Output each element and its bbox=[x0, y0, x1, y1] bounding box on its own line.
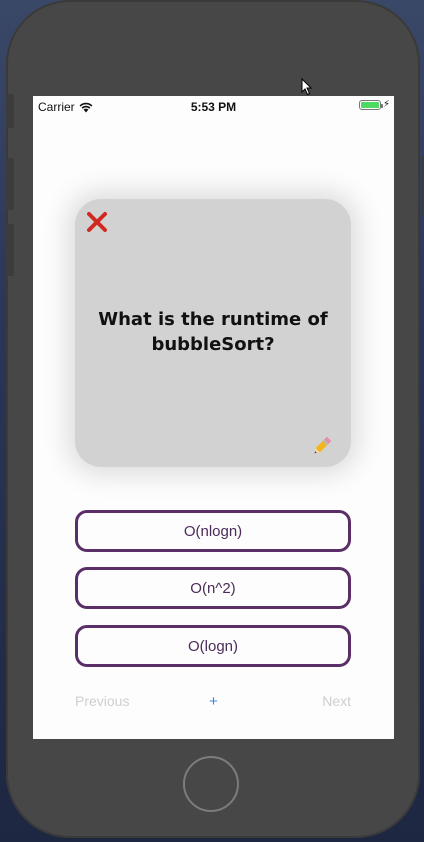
answer-option-label: O(logn) bbox=[187, 637, 239, 655]
volume-up-button bbox=[6, 158, 14, 210]
flashcard-question: What is the runtime of bubbleSort? bbox=[98, 309, 328, 355]
answer-option-2[interactable]: O(n^2) bbox=[75, 567, 351, 609]
mute-switch bbox=[6, 94, 14, 128]
status-bar: Carrier 5:53 PM ⚡ bbox=[33, 96, 394, 116]
app-screen: Carrier 5:53 PM ⚡ What is the runtime of… bbox=[33, 96, 394, 739]
charging-bolt-icon: ⚡ bbox=[382, 99, 390, 110]
battery-icon bbox=[358, 100, 383, 110]
answer-option-1[interactable]: O(nlogn) bbox=[75, 510, 351, 552]
answer-option-label: O(n^2) bbox=[190, 579, 236, 597]
status-time: 5:53 PM bbox=[190, 100, 237, 114]
flashcard[interactable]: What is the runtime of bubbleSort? bbox=[75, 199, 351, 467]
answer-option-label: O(nlogn) bbox=[183, 522, 243, 540]
volume-down-button bbox=[6, 224, 14, 276]
answer-option-3[interactable]: O(logn) bbox=[75, 625, 351, 667]
close-x-icon[interactable] bbox=[86, 211, 108, 233]
home-button[interactable] bbox=[183, 756, 239, 812]
pencil-icon[interactable] bbox=[311, 435, 333, 457]
next-button[interactable]: Next bbox=[322, 693, 351, 709]
mouse-cursor-icon bbox=[301, 78, 313, 96]
battery-group: ⚡ bbox=[358, 99, 390, 110]
